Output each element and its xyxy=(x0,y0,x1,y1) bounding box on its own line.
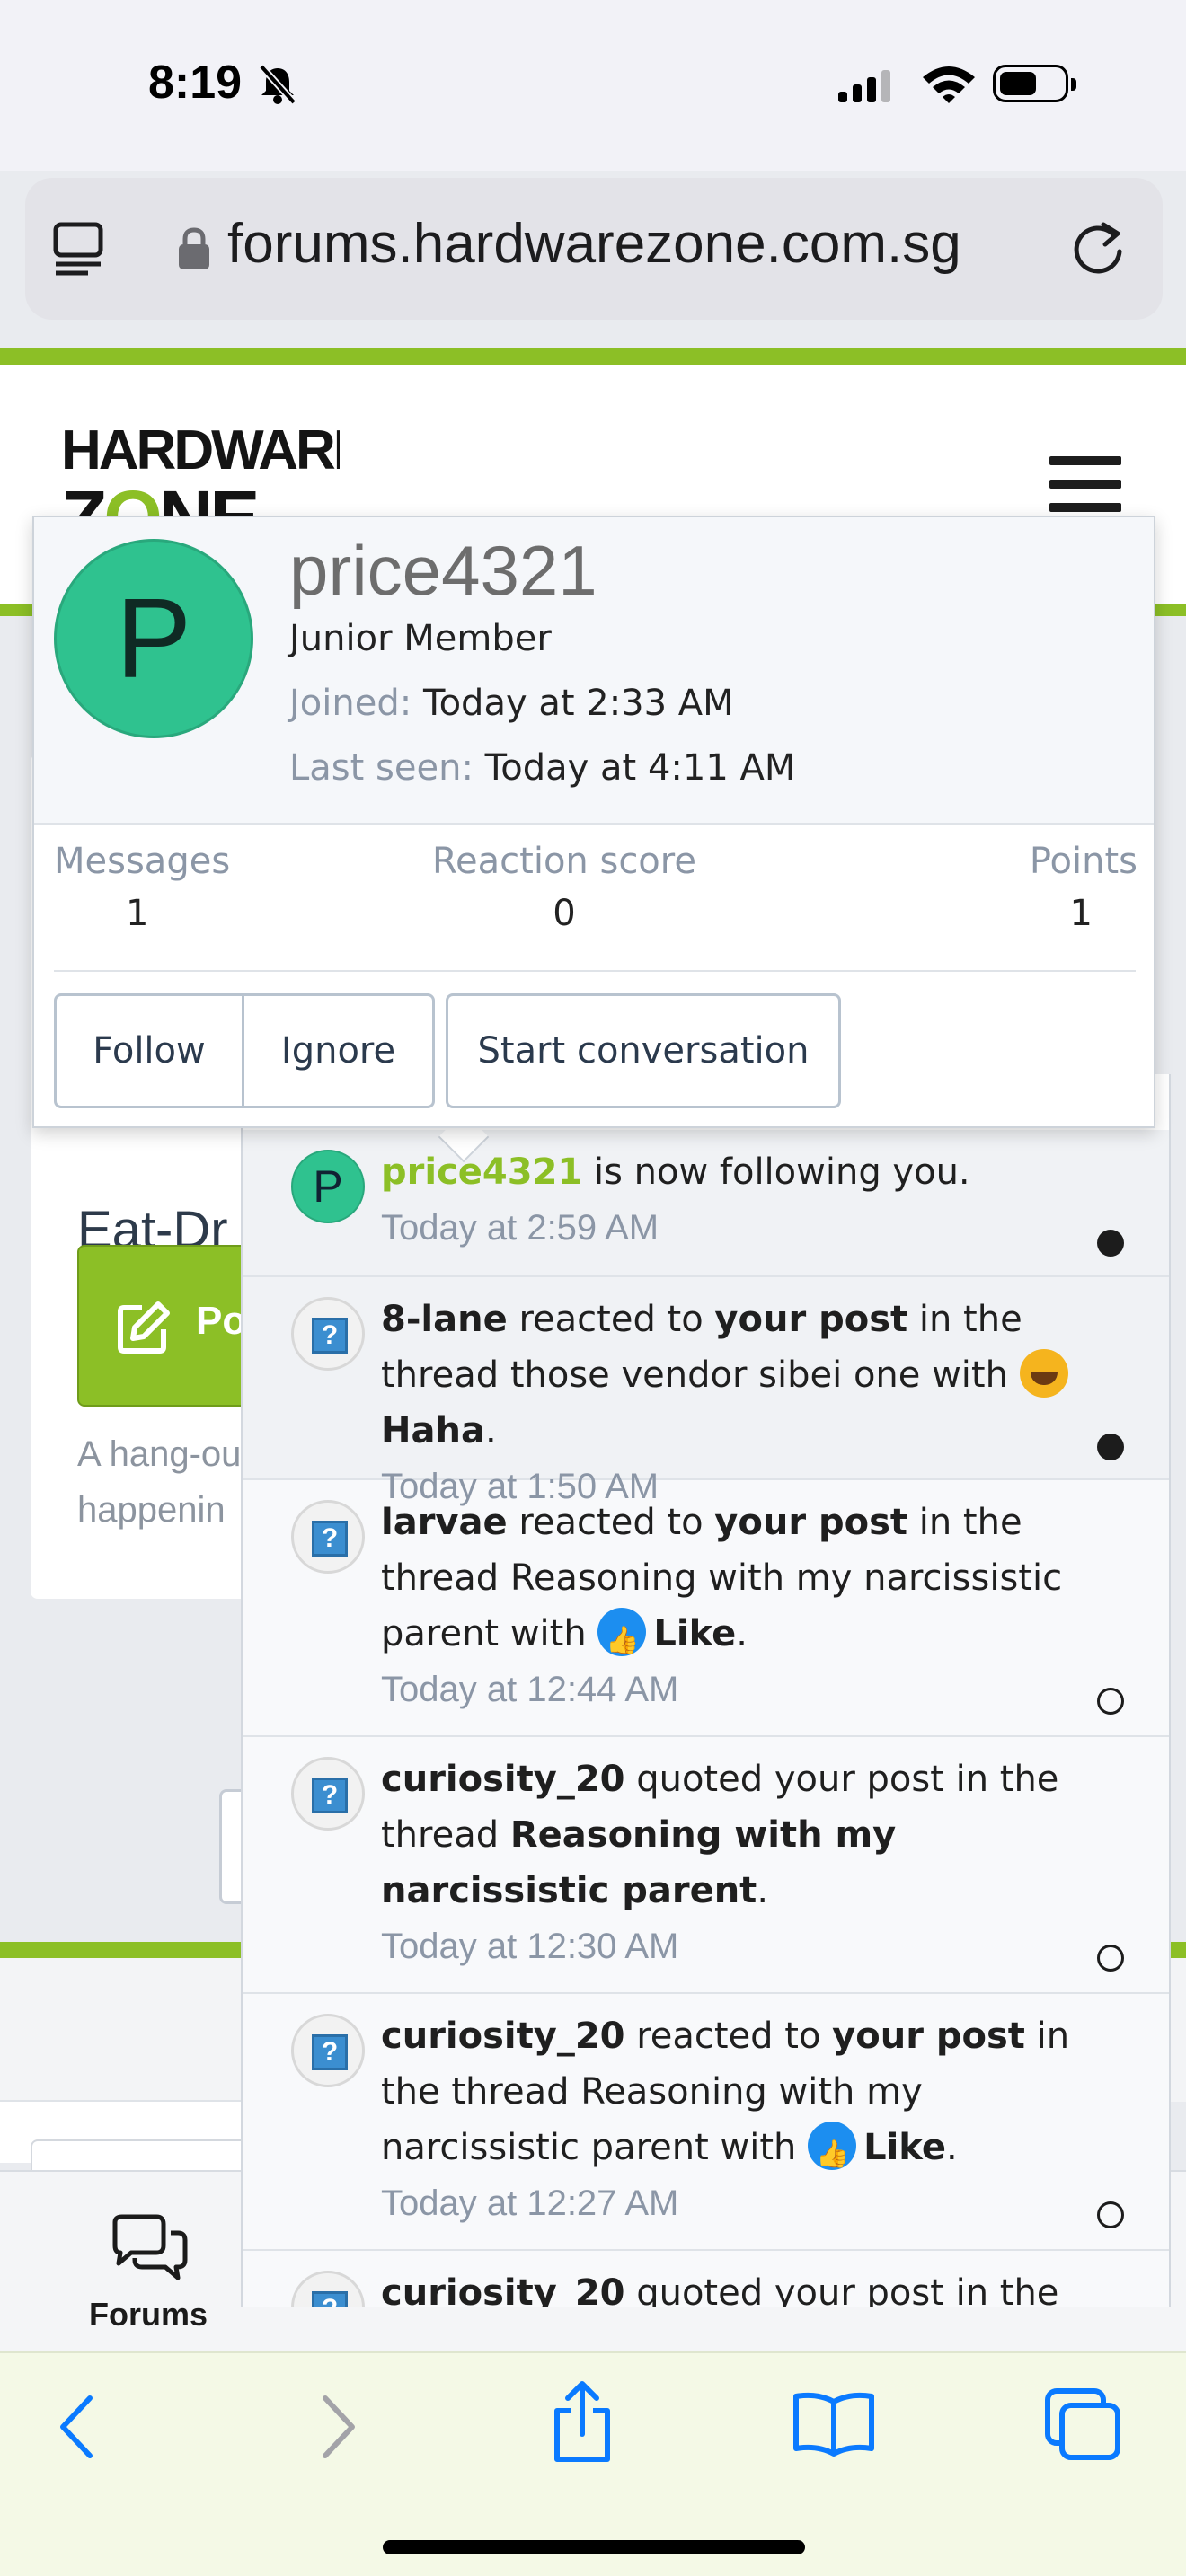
like-reaction-icon xyxy=(808,2122,857,2183)
member-avatar[interactable]: P xyxy=(54,539,253,738)
home-indicator[interactable] xyxy=(383,2540,805,2554)
alerts-dropdown: P price4321 is now following you. Today … xyxy=(241,1130,1171,2307)
alert-time: Today at 12:27 AM xyxy=(381,2183,679,2223)
member-tooltip-header: P price4321 Junior Member Joined: Today … xyxy=(34,517,1154,825)
stats-divider xyxy=(54,970,1136,972)
like-reaction-icon xyxy=(597,1608,647,1669)
stat-reaction-score: Reaction score 0 xyxy=(432,841,696,934)
alert-username[interactable]: curiosity_20 xyxy=(381,1759,624,1800)
alert-item[interactable]: ? curiosity_20 quoted your post in the xyxy=(243,2251,1169,2307)
member-user-title: Junior Member xyxy=(289,618,552,659)
alert-time: Today at 12:44 AM xyxy=(381,1670,679,1709)
site-top-stripe xyxy=(0,348,1186,365)
alert-username[interactable]: larvae xyxy=(381,1502,508,1543)
stat-messages: Messages 1 xyxy=(54,841,231,934)
status-time: 8:19 xyxy=(148,57,243,109)
chevron-right-icon[interactable] xyxy=(309,2391,363,2463)
status-bar: 8:19 xyxy=(0,0,1186,171)
alert-post-link[interactable]: your post xyxy=(832,2016,1025,2057)
alert-body: curiosity_20 quoted your post in the thr… xyxy=(381,1751,1127,1974)
start-conversation-button[interactable]: Start conversation xyxy=(446,993,841,1108)
menu-icon[interactable] xyxy=(1049,456,1121,512)
bell-slash-icon xyxy=(259,64,296,105)
alert-body: curiosity_20 quoted your post in the xyxy=(381,2265,1127,2307)
edit-icon xyxy=(118,1301,170,1354)
reload-icon[interactable] xyxy=(1067,217,1128,278)
forums-tab[interactable]: Forums xyxy=(36,2195,261,2339)
haha-reaction-icon xyxy=(1019,1349,1068,1398)
member-joined: Joined: Today at 2:33 AM xyxy=(289,683,734,724)
chevron-left-icon[interactable] xyxy=(52,2391,106,2463)
alert-username[interactable]: 8-lane xyxy=(381,1299,508,1340)
address-bar[interactable]: forums.hardwarezone.com.sg xyxy=(25,178,1163,320)
reader-icon[interactable] xyxy=(52,221,104,277)
alert-body: curiosity_20 reacted to your post in the… xyxy=(381,2008,1127,2231)
member-username[interactable]: price4321 xyxy=(289,530,597,612)
lock-icon xyxy=(179,227,209,269)
member-last-seen: Last seen: Today at 4:11 AM xyxy=(289,747,796,789)
user-avatar[interactable]: P xyxy=(291,1150,365,1223)
alert-post-link[interactable]: your post xyxy=(714,1502,907,1543)
alert-username[interactable]: curiosity_20 xyxy=(381,2016,624,2057)
wifi-icon xyxy=(923,66,975,103)
alert-post-link[interactable]: your post xyxy=(714,1299,907,1340)
card-description: A hang-ou happenin xyxy=(77,1434,242,1530)
alert-time: Today at 12:30 AM xyxy=(381,1927,679,1966)
url-text[interactable]: forums.hardwarezone.com.sg xyxy=(227,212,961,276)
alert-body: price4321 is now following you. Today at… xyxy=(381,1144,1127,1256)
alert-item[interactable]: ? curiosity_20 quoted your post in the t… xyxy=(243,1737,1169,1994)
battery-icon xyxy=(993,65,1076,102)
member-tooltip: P price4321 Junior Member Joined: Today … xyxy=(32,516,1155,1128)
book-icon[interactable] xyxy=(791,2389,877,2457)
alert-time: Today at 2:59 AM xyxy=(381,1208,659,1248)
follow-button[interactable]: Follow xyxy=(54,993,244,1108)
tabs-icon[interactable] xyxy=(1042,2386,1123,2463)
default-avatar-icon[interactable]: ? xyxy=(291,1757,365,1831)
ignore-button[interactable]: Ignore xyxy=(243,993,435,1108)
default-avatar-icon[interactable]: ? xyxy=(291,2014,365,2087)
mark-read-toggle[interactable] xyxy=(1097,1434,1124,1460)
hardwarezone-logo[interactable]: HARDWARE ZONE xyxy=(61,422,340,530)
alert-item[interactable]: ? larvae reacted to your post in the thr… xyxy=(243,1480,1169,1737)
default-avatar-icon[interactable]: ? xyxy=(291,1297,365,1371)
alert-username[interactable]: curiosity_20 xyxy=(381,2272,624,2307)
cellular-signal-icon xyxy=(838,66,890,102)
mark-unread-toggle[interactable] xyxy=(1097,2201,1124,2228)
mark-unread-toggle[interactable] xyxy=(1097,1945,1124,1972)
alert-body: larvae reacted to your post in the threa… xyxy=(381,1495,1127,1717)
alert-username[interactable]: price4321 xyxy=(381,1151,582,1193)
alert-item[interactable]: ? curiosity_20 reacted to your post in t… xyxy=(243,1994,1169,2251)
mark-unread-toggle[interactable] xyxy=(1097,1688,1124,1715)
alert-item[interactable]: P price4321 is now following you. Today … xyxy=(243,1130,1169,1277)
alert-item[interactable]: ? 8-lane reacted to your post in the thr… xyxy=(243,1277,1169,1506)
default-avatar-icon[interactable]: ? xyxy=(291,1500,365,1574)
share-icon[interactable] xyxy=(548,2380,616,2466)
default-avatar-icon[interactable]: ? xyxy=(291,2271,365,2307)
chat-bubbles-icon xyxy=(112,2214,188,2280)
mark-read-toggle[interactable] xyxy=(1097,1230,1124,1257)
stat-points: Points 1 xyxy=(1029,841,1137,934)
